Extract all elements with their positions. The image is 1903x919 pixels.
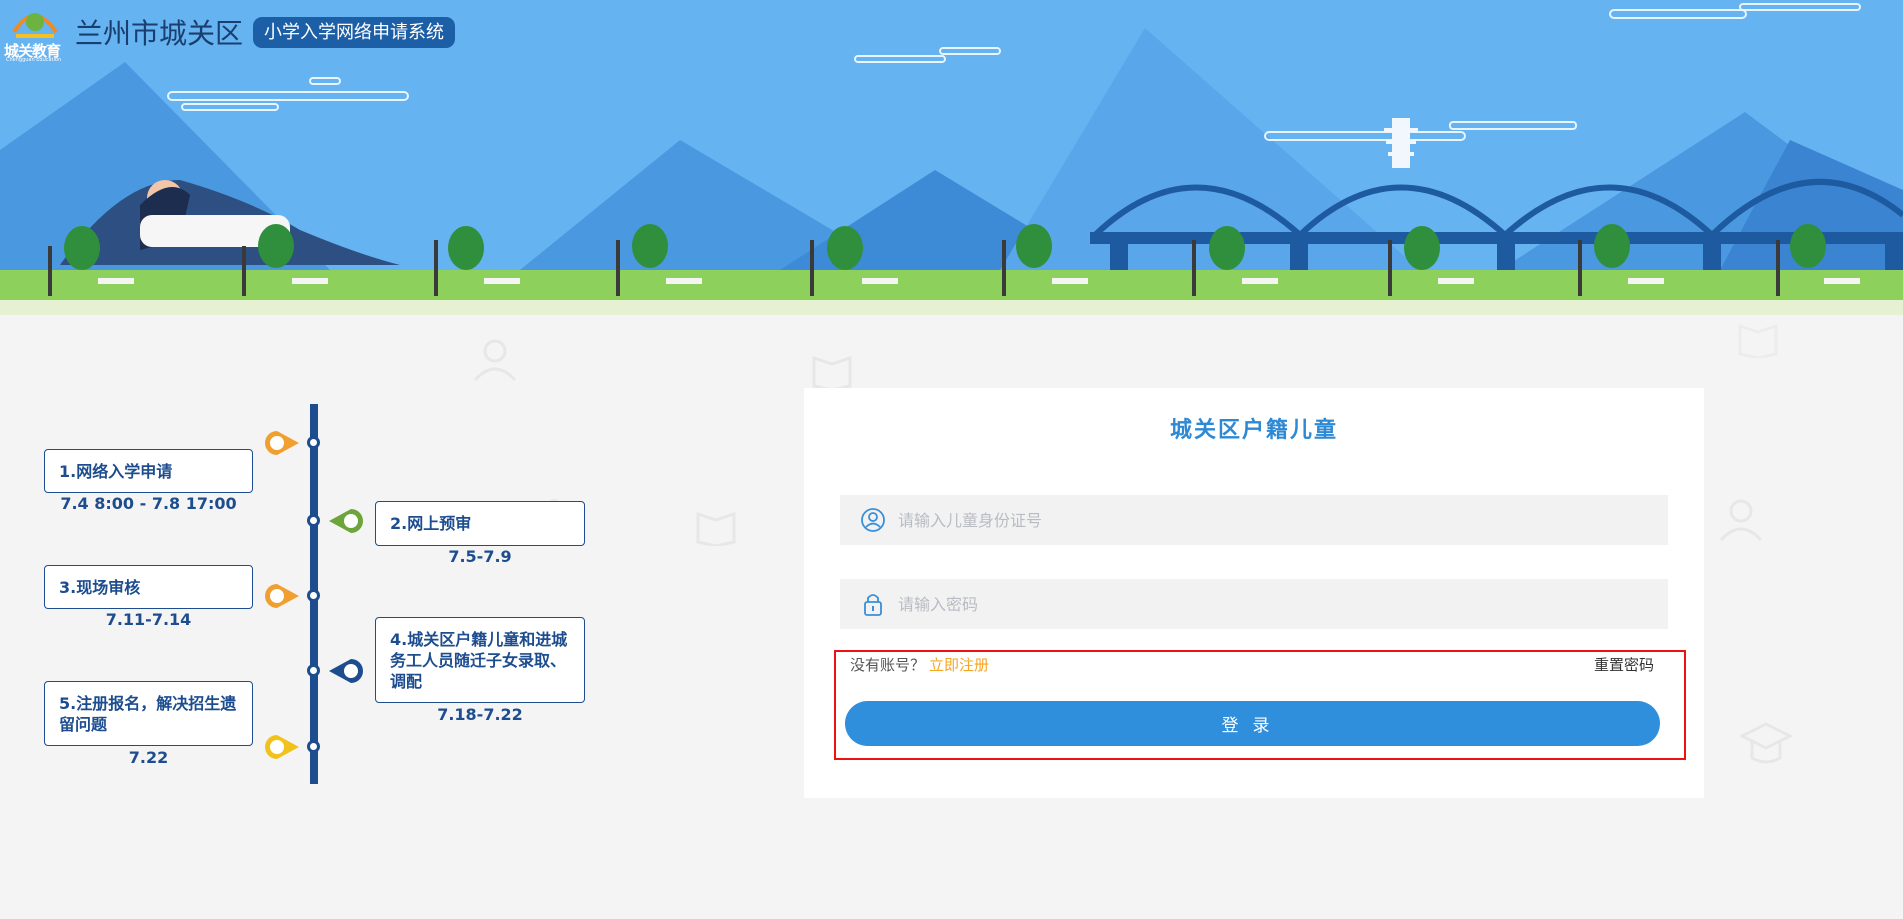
person-deco-icon (473, 339, 517, 382)
timeline-step-date: 7.4 8:00 - 7.8 17:00 (60, 494, 237, 513)
logo-subtext: Chengguan Education (6, 57, 62, 63)
id-number-field[interactable] (840, 495, 1668, 545)
timeline-dot (307, 740, 320, 753)
location-pin-icon (329, 509, 363, 533)
book-deco-icon-3 (696, 511, 736, 546)
logo-icon (12, 13, 58, 38)
timeline-step-label: 3.现场审核 (59, 577, 141, 597)
timeline-dot (307, 589, 320, 602)
user-icon (861, 508, 885, 532)
lock-icon (864, 594, 882, 616)
location-pin-icon (329, 659, 363, 683)
timeline-dot (307, 664, 320, 677)
timeline-step-date: 7.22 (128, 748, 169, 767)
location-pin-icon (265, 735, 299, 759)
logo[interactable]: 城关教育 Chengguan Education (4, 2, 70, 64)
timeline-step-label: 2.网上预审 (390, 514, 472, 533)
no-account-text: 没有账号？ (850, 656, 926, 674)
timeline-step-label: 1.网络入学申请 (59, 461, 173, 481)
site-title: 兰州市城关区 (75, 17, 244, 50)
timeline-step-date: 7.5-7.9 (448, 547, 512, 566)
timeline-step-2: 2.网上预审 (375, 501, 585, 546)
timeline-step-5: 5.注册报名，解决招生遗留问题 (44, 681, 253, 746)
book-deco-icon-2 (1738, 323, 1778, 358)
password-field[interactable] (840, 579, 1668, 629)
book-deco-icon (812, 355, 852, 390)
timeline-step-4: 4.城关区户籍儿童和进城务工人员随迁子女录取、调配 (375, 617, 585, 703)
location-pin-icon (265, 431, 299, 455)
password-input[interactable] (898, 594, 1598, 614)
timeline-step-date: 7.11-7.14 (105, 610, 192, 629)
brand: 城关教育 Chengguan Education (4, 2, 70, 64)
person-deco-icon-2 (1719, 499, 1763, 542)
timeline-step-label: 5.注册报名，解决招生遗留问题 (59, 693, 237, 734)
login-title: 城关区户籍儿童 (1169, 418, 1338, 443)
register-link[interactable]: 立即注册 (929, 656, 989, 674)
login-panel: 城关区户籍儿童 没有账号？立即注册 重置密码 登录 (804, 388, 1704, 798)
timeline-step-3: 3.现场审核 (44, 565, 253, 609)
timeline-dot (307, 436, 320, 449)
timeline-dot (307, 514, 320, 527)
system-badge: 小学入学网络申请系统 (253, 17, 455, 48)
timeline-step-1: 1.网络入学申请 (44, 449, 253, 493)
id-number-input[interactable] (898, 510, 1598, 530)
header-banner: 城关教育 Chengguan Education 兰州市城关区 小学入学网络申请… (0, 0, 1903, 315)
login-button[interactable]: 登录 (845, 701, 1660, 746)
location-pin-icon (265, 584, 299, 608)
cap-deco-icon (1738, 722, 1794, 764)
timeline-step-date: 7.18-7.22 (437, 705, 523, 724)
register-prompt: 没有账号？ 立即注册 (850, 654, 989, 675)
reset-password-link[interactable]: 重置密码 (1594, 654, 1654, 675)
timeline-step-label: 4.城关区户籍儿童和进城务工人员随迁子女录取、调配 (390, 629, 568, 691)
